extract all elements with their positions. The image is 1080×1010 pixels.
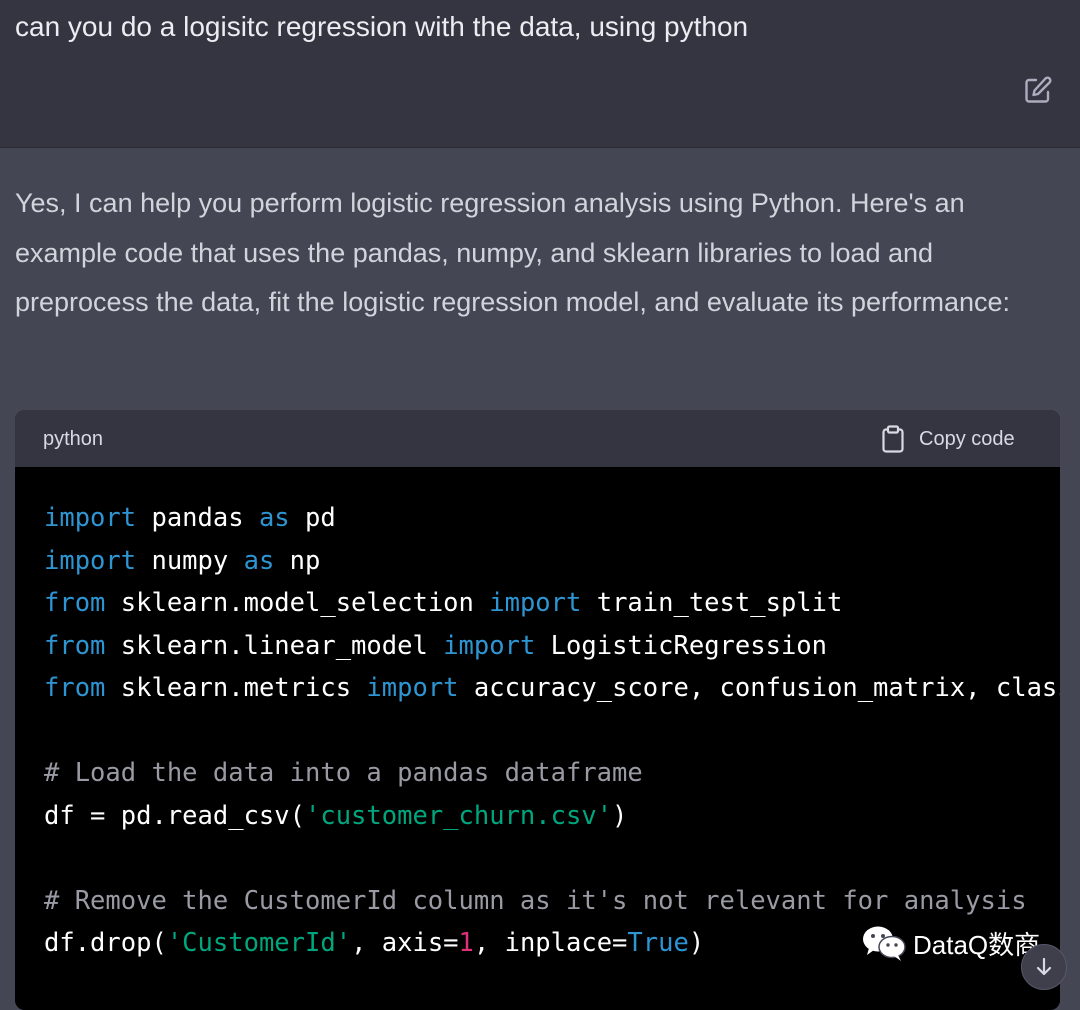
code-token: np: [274, 545, 321, 576]
code-token: 1: [458, 928, 474, 958]
code-token: LogisticRegression: [535, 630, 828, 661]
code-block-header: python Copy code: [15, 410, 1060, 467]
code-line: from sklearn.linear_model import Logisti…: [44, 625, 1060, 668]
code-line: # Load the data into a pandas dataframe: [44, 752, 1060, 795]
watermark-text: DataQ数商: [913, 929, 1041, 960]
code-token: ): [688, 928, 705, 958]
code-token: import: [489, 588, 582, 618]
edit-icon: [1025, 76, 1052, 103]
code-token: numpy: [136, 545, 244, 576]
scroll-to-bottom-button[interactable]: [1021, 944, 1067, 990]
edit-message-button[interactable]: [1022, 74, 1054, 106]
user-message-text: can you do a logisitc regression with th…: [15, 11, 749, 42]
code-line: df = pd.read_csv('customer_churn.csv'): [44, 795, 1060, 838]
code-token: ): [612, 800, 628, 831]
code-token: , axis=: [351, 928, 459, 958]
code-token: , inplace=: [473, 928, 628, 958]
code-token: sklearn.linear_model: [105, 630, 444, 661]
code-line: # Remove the CustomerId column as it's n…: [44, 880, 1060, 923]
code-token: df = pd.read_csv(: [44, 800, 305, 831]
copy-code-label: Copy code: [919, 427, 1015, 450]
code-token: sklearn.metrics: [105, 673, 367, 703]
code-token: True: [627, 928, 689, 958]
code-token: 'CustomerId': [166, 928, 352, 958]
wechat-icon: [863, 926, 906, 961]
code-line: import pandas as pd: [44, 497, 1060, 540]
code-token: sklearn.model_selection: [105, 588, 490, 618]
code-line: from sklearn.metrics import accuracy_sco…: [44, 667, 1060, 710]
code-token: 'customer_churn.csv': [305, 800, 613, 831]
code-token: as: [243, 545, 275, 576]
clipboard-icon: [882, 425, 904, 453]
code-token: as: [258, 503, 290, 533]
code-token: from: [44, 588, 106, 618]
code-token: # Remove the CustomerId column as it's n…: [44, 885, 1027, 916]
code-language-label: python: [43, 428, 104, 450]
code-token: import: [443, 630, 536, 661]
user-message: can you do a logisitc regression with th…: [0, 0, 1080, 148]
code-token: from: [44, 673, 106, 703]
code-line: from sklearn.model_selection import trai…: [44, 582, 1060, 625]
code-token: accuracy_score, confusion_matrix, classi: [458, 673, 1060, 703]
code-token: import: [44, 545, 137, 576]
code-token: train_test_split: [581, 588, 843, 618]
code-token: import: [366, 673, 459, 703]
code-token: df.drop(: [44, 928, 167, 958]
code-token: # Load the data into a pandas dataframe: [44, 758, 643, 788]
assistant-message-text: Yes, I can help you perform logistic reg…: [15, 188, 1011, 317]
watermark: DataQ数商: [861, 918, 1040, 968]
code-line: import numpy as np: [44, 540, 1060, 583]
assistant-message: Yes, I can help you perform logistic reg…: [0, 148, 1080, 1010]
code-token: pandas: [136, 503, 259, 533]
code-token: from: [44, 630, 106, 661]
arrow-down-icon: [1036, 957, 1052, 976]
code-token: pd: [289, 503, 336, 533]
copy-code-button[interactable]: Copy code: [881, 424, 1015, 454]
code-lines: import pandas as pd import numpy as np fro…: [44, 497, 1060, 965]
code-token: import: [44, 503, 137, 533]
